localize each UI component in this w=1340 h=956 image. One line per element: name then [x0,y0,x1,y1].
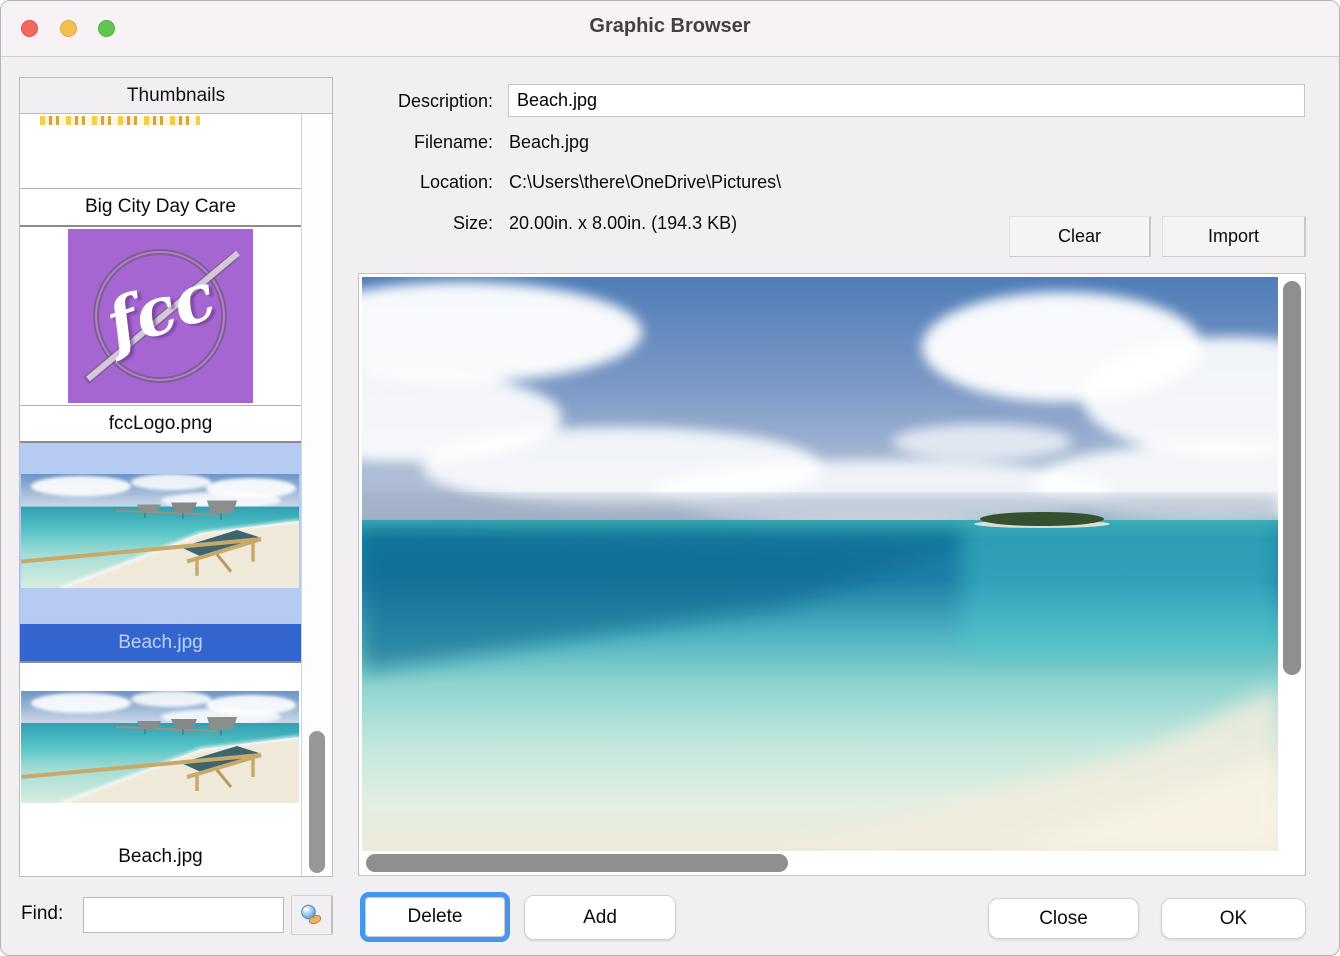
thumbnail-label-fcclogo[interactable]: fccLogo.png [20,405,301,443]
clear-button[interactable]: Clear [1009,216,1151,257]
search-icon [299,904,324,927]
location-label: Location: [358,172,493,193]
beach-thumbnail-graphic [21,474,299,588]
ok-button[interactable]: OK [1161,898,1306,939]
title-bar: Graphic Browser [1,1,1339,57]
fcc-logo: fcc [68,229,253,403]
description-label: Description: [358,91,493,112]
thumbnails-header: Thumbnails [19,77,333,114]
thumbnail-image-beach-selected[interactable] [20,443,301,624]
import-button[interactable]: Import [1162,216,1306,257]
filename-value: Beach.jpg [509,132,589,153]
close-button[interactable]: Close [988,898,1139,939]
description-input[interactable] [508,84,1305,117]
thumbnail-label-beach-selected[interactable]: Beach.jpg [20,624,301,661]
thumbnail-image-beach[interactable]: Beach.jpg [20,663,301,876]
filename-label: Filename: [358,132,493,153]
graphic-browser-window: Graphic Browser Thumbnails Big City Day … [0,0,1340,956]
thumbnails-scrollbar-thumb[interactable] [309,731,325,873]
size-label: Size: [358,213,493,234]
delete-button[interactable]: Delete [360,892,510,942]
thumbnails-list: Big City Day Care fcc fccLogo.png Beach.… [19,113,333,877]
preview-pane [358,273,1306,876]
preview-vertical-scrollbar-thumb[interactable] [1283,281,1301,675]
beach-preview-image [362,277,1278,851]
find-input[interactable] [83,897,284,933]
location-value: C:\Users\there\OneDrive\Pictures\ [509,172,781,193]
add-button[interactable]: Add [524,895,676,940]
thumbnail-label-beach: Beach.jpg [20,846,301,868]
partial-thumbnail-strip [40,116,200,125]
find-label: Find: [21,903,63,925]
thumbnails-scrollbar-track[interactable] [301,114,332,876]
find-button[interactable] [291,895,333,935]
thumbnail-image-fcclogo[interactable]: fcc [20,227,301,405]
preview-horizontal-scrollbar-thumb[interactable] [366,854,788,872]
size-value: 20.00in. x 8.00in. (194.3 KB) [509,213,737,234]
beach-thumbnail-graphic [21,691,299,803]
thumbnail-label-big-city-day-care[interactable]: Big City Day Care [20,188,301,227]
thumbnail-image-partial[interactable] [20,114,301,188]
window-title: Graphic Browser [1,15,1339,38]
